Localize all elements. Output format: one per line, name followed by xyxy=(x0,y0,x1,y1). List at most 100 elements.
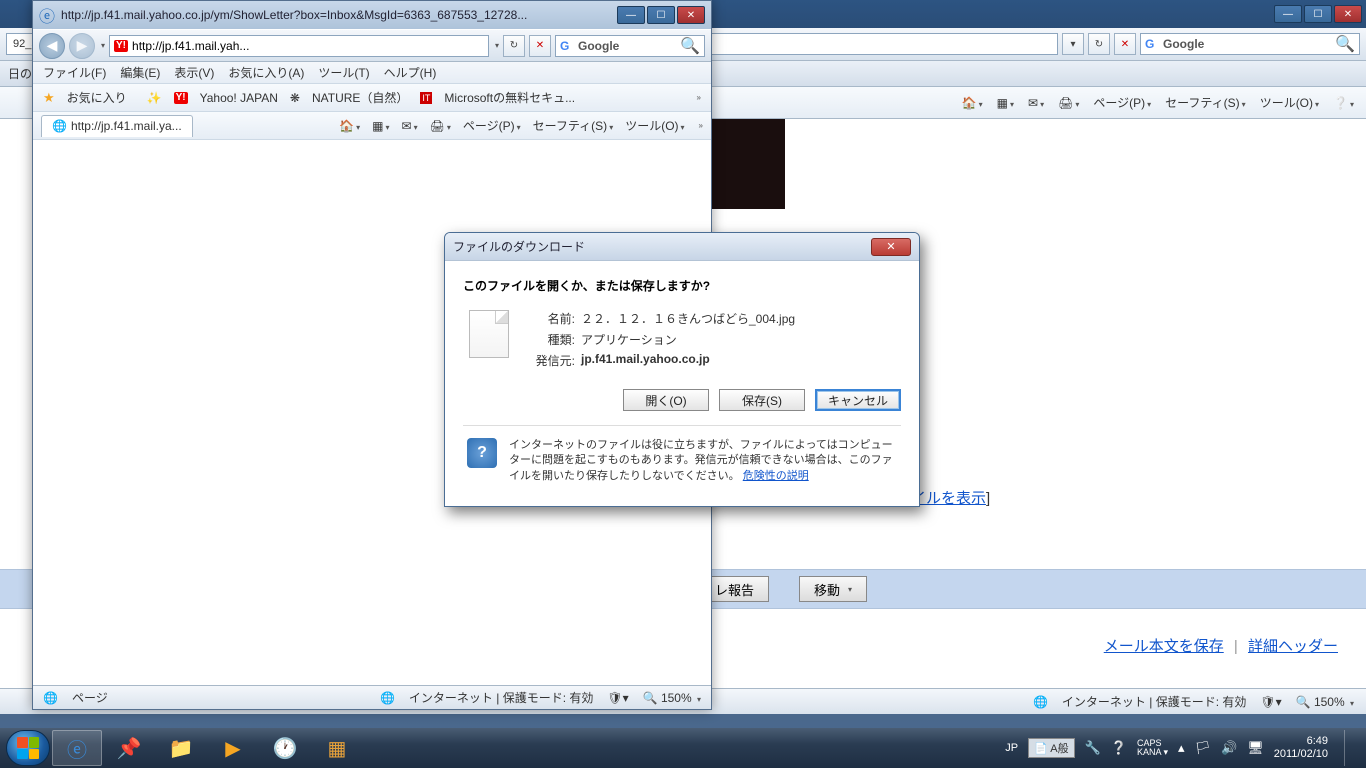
close-button[interactable]: ✕ xyxy=(1334,5,1362,23)
pin-icon: 📌 xyxy=(117,736,142,761)
print-icon[interactable]: 🖨▾ xyxy=(1058,96,1079,110)
dialog-close-button[interactable]: ✕ xyxy=(871,238,911,256)
from-value: jp.f41.mail.yahoo.co.jp xyxy=(581,352,710,369)
taskbar-clock[interactable]: 6:49 2011/02/10 xyxy=(1274,735,1328,761)
flag-icon[interactable]: 🏳 xyxy=(1195,740,1212,756)
volume-icon[interactable]: 🔊 xyxy=(1221,740,1237,756)
fg-protected-icon[interactable]: 🛡▾ xyxy=(607,691,628,705)
fg-stop-icon[interactable]: ✕ xyxy=(529,35,551,57)
fg-print-icon[interactable]: 🖨▾ xyxy=(430,119,451,133)
menu-file[interactable]: ファイル(F) xyxy=(43,64,106,81)
move-button[interactable]: 移動 ▾ xyxy=(799,576,867,602)
save-button[interactable]: 保存(S) xyxy=(719,389,805,411)
cancel-button[interactable]: キャンセル xyxy=(815,389,901,411)
bg-page-menu[interactable]: ページ(P)▾ xyxy=(1093,94,1151,111)
fg-more-icon[interactable]: » xyxy=(699,121,703,130)
fav-more-icon[interactable]: » xyxy=(697,93,701,102)
bg-search-box[interactable]: G Google 🔍 xyxy=(1140,33,1360,55)
menu-view[interactable]: 表示(V) xyxy=(174,64,214,81)
back-button[interactable]: ◀ xyxy=(39,33,65,59)
taskbar-ie[interactable]: ⓔ xyxy=(52,730,102,766)
fg-feeds-icon[interactable]: ▦▾ xyxy=(372,119,389,133)
addr-dropdown-icon[interactable]: ▾ xyxy=(495,41,499,50)
help-icon[interactable]: ❔▾ xyxy=(1333,96,1354,110)
fg-home-icon[interactable]: 🏠▾ xyxy=(339,119,360,133)
bg-tools-menu[interactable]: ツール(O)▾ xyxy=(1260,94,1319,111)
favorites-label[interactable]: お気に入り xyxy=(67,89,127,106)
fg-page-status: ページ xyxy=(72,689,108,706)
type-label: 種類: xyxy=(529,331,575,348)
start-button[interactable] xyxy=(6,730,50,766)
fg-mail-icon[interactable]: ✉▾ xyxy=(402,119,418,133)
fg-safety-menu[interactable]: セーフティ(S)▾ xyxy=(533,117,614,134)
bg-zoom[interactable]: 🔍 150% ▾ xyxy=(1296,695,1354,709)
fg-page-menu[interactable]: ページ(P)▾ xyxy=(463,117,521,134)
dialog-question: このファイルを開くか、または保存しますか? xyxy=(463,277,901,294)
maximize-button[interactable]: ☐ xyxy=(1304,5,1332,23)
caps-kana-indicator[interactable]: CAPSKANA ▾ xyxy=(1137,739,1168,757)
nav-history-dropdown[interactable]: ▾ xyxy=(101,41,105,50)
add-fav-icon[interactable]: ✨ xyxy=(147,91,162,105)
fg-maximize-button[interactable]: ☐ xyxy=(647,6,675,24)
fav-item-ms[interactable]: Microsoftの無料セキュ... xyxy=(444,89,575,106)
dropdown-icon[interactable]: ▾ xyxy=(1062,33,1084,55)
feeds-icon[interactable]: ▦▾ xyxy=(997,96,1014,110)
menu-favorites[interactable]: お気に入り(A) xyxy=(228,64,304,81)
fav-item-nature[interactable]: NATURE（自然） xyxy=(312,89,408,106)
tray-icon[interactable]: 🖥 xyxy=(1247,740,1264,756)
menu-help[interactable]: ヘルプ(H) xyxy=(384,64,437,81)
fg-search-icon[interactable]: 🔍 xyxy=(680,36,700,56)
refresh-icon[interactable]: ↻ xyxy=(1088,33,1110,55)
forward-button[interactable]: ▶ xyxy=(69,33,95,59)
fg-address-bar[interactable]: Y! http://jp.f41.mail.yah... xyxy=(109,35,489,57)
folder-icon: 📁 xyxy=(169,736,194,761)
mail-icon[interactable]: ✉▾ xyxy=(1028,96,1044,110)
ime-tool-icon[interactable]: 🔧 xyxy=(1085,740,1101,756)
taskbar-pin[interactable]: 📌 xyxy=(104,730,154,766)
ie-taskbar-icon: ⓔ xyxy=(67,734,87,763)
ime-help-icon[interactable]: ❔ xyxy=(1111,740,1127,756)
fav-ms-icon: IT xyxy=(420,92,432,104)
protected-mode-icon[interactable]: 🛡▾ xyxy=(1260,695,1281,709)
dialog-titlebar[interactable]: ファイルのダウンロード ✕ xyxy=(445,233,919,261)
risk-description-link[interactable]: 危険性の説明 xyxy=(743,470,809,482)
file-download-dialog: ファイルのダウンロード ✕ このファイルを開くか、または保存しますか? 名前:２… xyxy=(444,232,920,507)
bg-safety-menu[interactable]: セーフティ(S)▾ xyxy=(1165,94,1246,111)
type-value: アプリケーション xyxy=(581,331,677,348)
minimize-button[interactable]: — xyxy=(1274,5,1302,23)
ime-lang-indicator[interactable]: JP xyxy=(1005,742,1018,754)
fg-active-tab[interactable]: 🌐 http://jp.f41.mail.ya... xyxy=(41,115,193,137)
shield-icon: ? xyxy=(467,438,497,468)
fg-refresh-icon[interactable]: ↻ xyxy=(503,35,525,57)
fg-favorites-bar: ★ お気に入り ✨ Y! Yahoo! JAPAN ❋ NATURE（自然） I… xyxy=(33,84,711,112)
taskbar-clock-app[interactable]: 🕐 xyxy=(260,730,310,766)
fg-close-button[interactable]: ✕ xyxy=(677,6,705,24)
fg-search-box[interactable]: G Google 🔍 xyxy=(555,35,705,57)
taskbar-media[interactable]: ▶ xyxy=(208,730,258,766)
show-desktop-button[interactable] xyxy=(1344,730,1356,766)
tray-expand-icon[interactable]: ▴ xyxy=(1178,740,1185,756)
fg-status-globe-icon: 🌐 xyxy=(43,691,58,705)
ie-icon: ⓔ xyxy=(39,3,55,27)
image-thumbnail xyxy=(700,119,785,209)
bg-zone-label: インターネット | 保護モード: 有効 xyxy=(1062,693,1246,710)
fg-zoom[interactable]: 🔍 150% ▾ xyxy=(643,691,701,705)
save-body-link[interactable]: メール本文を保存 xyxy=(1104,638,1224,655)
menu-edit[interactable]: 編集(E) xyxy=(120,64,160,81)
taskbar-explorer[interactable]: 📁 xyxy=(156,730,206,766)
home-icon[interactable]: 🏠▾ xyxy=(962,96,983,110)
search-icon[interactable]: 🔍 xyxy=(1335,34,1355,54)
detail-header-link[interactable]: 詳細ヘッダー xyxy=(1248,638,1338,655)
open-button[interactable]: 開く(O) xyxy=(623,389,709,411)
fg-tools-menu[interactable]: ツール(O)▾ xyxy=(625,117,684,134)
star-icon[interactable]: ★ xyxy=(43,90,55,106)
fg-menu-bar: ファイル(F) 編集(E) 表示(V) お気に入り(A) ツール(T) ヘルプ(… xyxy=(33,62,711,84)
menu-tools[interactable]: ツール(T) xyxy=(318,64,369,81)
taskbar-app[interactable]: ▦ xyxy=(312,730,362,766)
fav-item-yahoo[interactable]: Yahoo! JAPAN xyxy=(200,91,278,105)
fg-minimize-button[interactable]: — xyxy=(617,6,645,24)
fg-titlebar[interactable]: ⓔ http://jp.f41.mail.yahoo.co.jp/ym/Show… xyxy=(33,1,711,29)
stop-icon[interactable]: ✕ xyxy=(1114,33,1136,55)
ime-mode-indicator[interactable]: 📄 A般 xyxy=(1028,738,1075,758)
taskbar: ⓔ 📌 📁 ▶ 🕐 ▦ JP 📄 A般 🔧 ❔ CAPSKANA ▾ ▴ 🏳 🔊… xyxy=(0,728,1366,768)
